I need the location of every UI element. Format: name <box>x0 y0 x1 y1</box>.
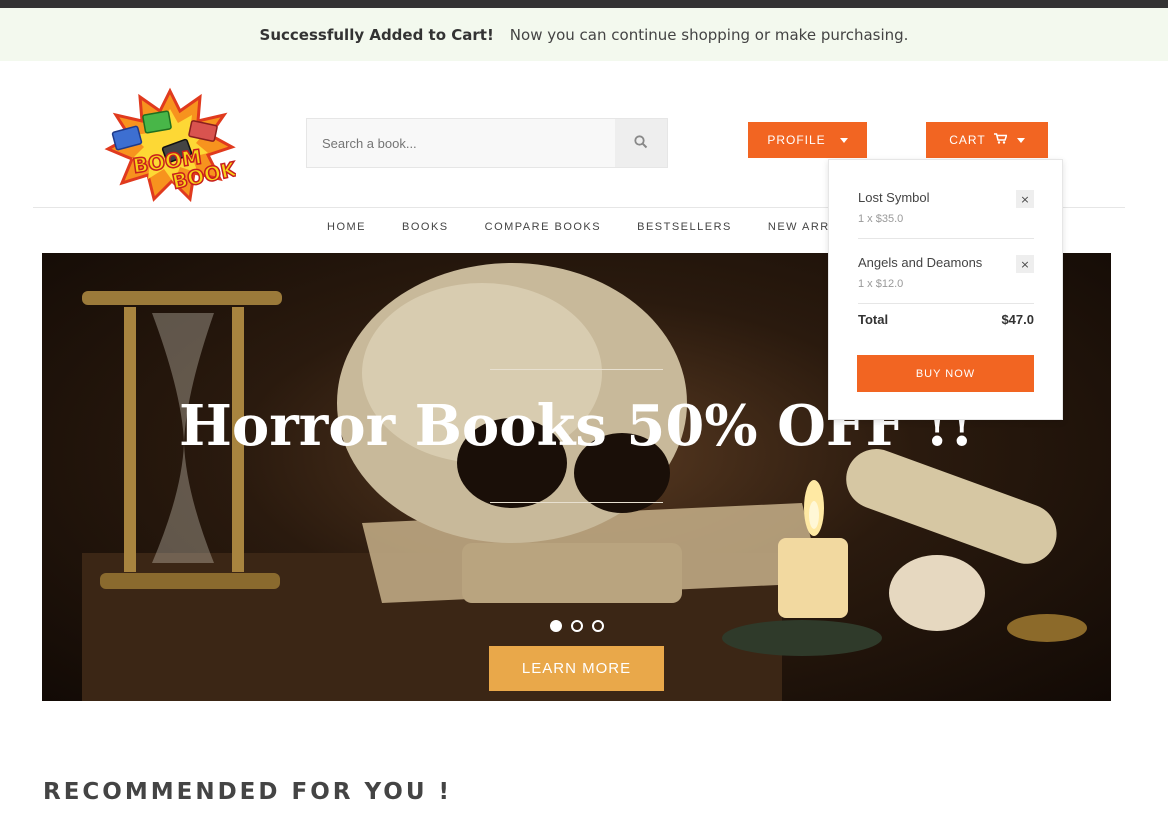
nav-item-home[interactable]: HOME <box>327 221 366 233</box>
nav-item-bestsellers[interactable]: BESTSELLERS <box>637 221 732 233</box>
cart-item: Angels and Deamons 1 x $12.0 × <box>858 255 1034 290</box>
cart-item-qty-price: 1 x $12.0 <box>858 278 904 290</box>
cart-item: Lost Symbol 1 x $35.0 × <box>858 190 1034 225</box>
cart-button[interactable]: CART <box>926 122 1048 158</box>
hero-bottom-rule <box>490 502 663 503</box>
nav-item-books[interactable]: BOOKS <box>402 221 449 233</box>
window-top-bar <box>0 0 1168 8</box>
carousel-dot-2[interactable] <box>571 620 583 632</box>
search-icon <box>634 134 648 153</box>
buy-now-button[interactable]: BUY NOW <box>857 355 1034 392</box>
cart-total-label: Total <box>858 312 889 327</box>
cart-item-qty-price: 1 x $35.0 <box>858 213 904 225</box>
chevron-down-icon <box>839 137 848 143</box>
remove-item-close-icon[interactable]: × <box>1016 255 1034 273</box>
search-button[interactable] <box>615 119 667 167</box>
hero-top-rule <box>490 369 663 370</box>
carousel-dot-1[interactable] <box>550 620 562 632</box>
chevron-down-icon <box>1016 137 1025 143</box>
profile-label: PROFILE <box>767 133 826 147</box>
alert-title: Successfully Added to Cart! <box>259 25 494 44</box>
success-alert: Successfully Added to Cart! Now you can … <box>0 8 1168 61</box>
boom-book-logo[interactable]: BOOM BOOK <box>104 87 241 203</box>
cart-separator <box>858 303 1034 304</box>
cart-item-name: Angels and Deamons <box>858 255 983 270</box>
cart-separator <box>858 238 1034 239</box>
alert-message: Now you can continue shopping or make pu… <box>509 25 909 44</box>
carousel-dots <box>550 620 604 632</box>
main-nav: HOME BOOKS COMPARE BOOKS BESTSELLERS NEW… <box>309 221 886 233</box>
cart-label: CART <box>949 133 986 147</box>
search-input[interactable] <box>307 119 615 167</box>
search-bar <box>306 118 668 168</box>
nav-item-compare-books[interactable]: COMPARE BOOKS <box>485 221 601 233</box>
cart-total-value: $47.0 <box>1001 312 1034 327</box>
profile-button[interactable]: PROFILE <box>748 122 867 158</box>
learn-more-button[interactable]: LEARN MORE <box>489 646 664 691</box>
cart-total-row: Total $47.0 <box>858 312 1034 327</box>
cart-item-name: Lost Symbol <box>858 190 930 205</box>
recommended-section-title: RECOMMENDED FOR YOU ! <box>43 779 453 805</box>
cart-icon <box>993 133 1008 147</box>
cart-dropdown: Lost Symbol 1 x $35.0 × Angels and Deamo… <box>828 159 1063 420</box>
remove-item-close-icon[interactable]: × <box>1016 190 1034 208</box>
carousel-dot-3[interactable] <box>592 620 604 632</box>
